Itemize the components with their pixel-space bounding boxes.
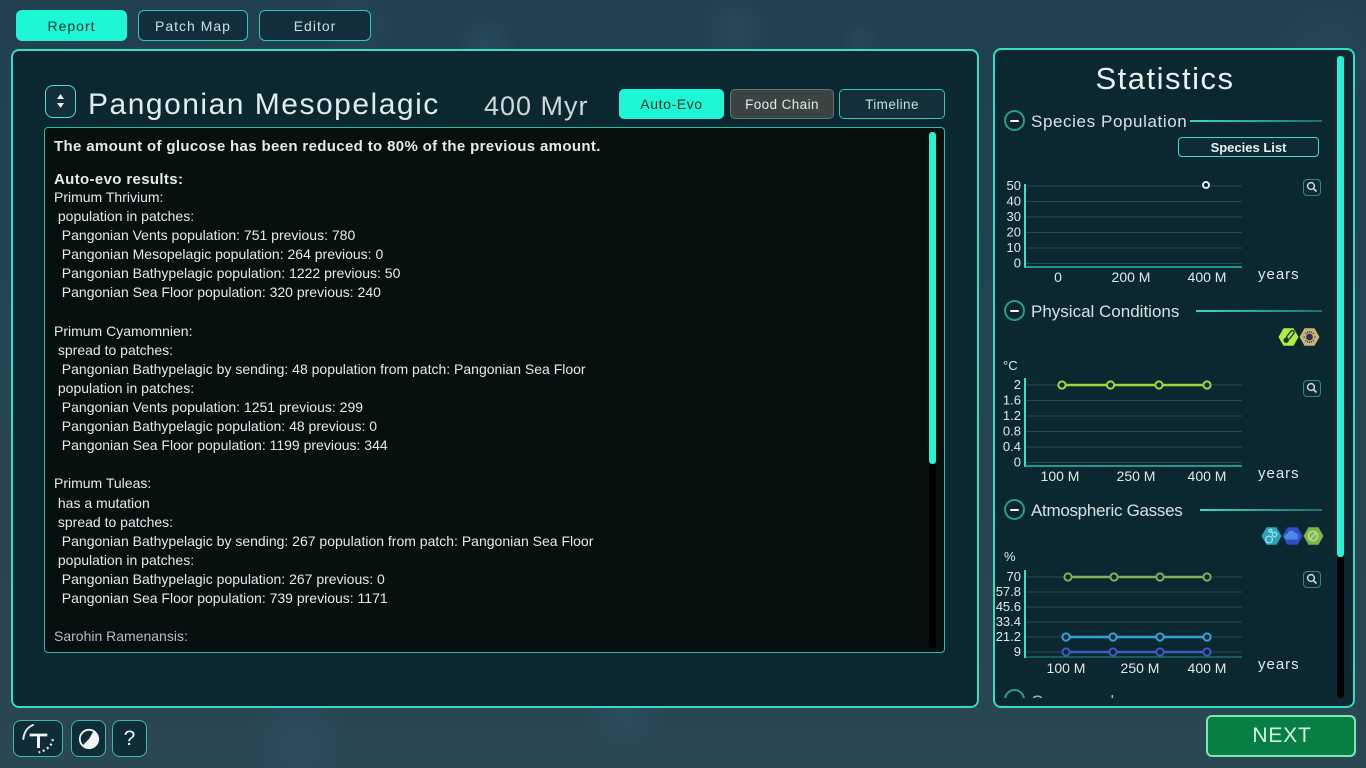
svg-text:0.8: 0.8 — [1003, 424, 1021, 439]
svg-text:0: 0 — [1054, 269, 1062, 285]
svg-text:40: 40 — [1007, 194, 1021, 209]
svg-text:0: 0 — [1014, 455, 1021, 470]
svg-text:1.6: 1.6 — [1003, 393, 1021, 408]
svg-text:70: 70 — [1007, 569, 1021, 584]
svg-text:21.2: 21.2 — [996, 629, 1021, 644]
svg-text:9: 9 — [1014, 644, 1021, 659]
svg-text:100 M: 100 M — [1041, 468, 1080, 484]
svg-text:250 M: 250 M — [1117, 468, 1156, 484]
svg-text:30: 30 — [1007, 209, 1021, 224]
svg-text:33.4: 33.4 — [996, 614, 1021, 629]
svg-text:50: 50 — [1007, 178, 1021, 193]
svg-text:1.2: 1.2 — [1003, 408, 1021, 423]
svg-text:200 M: 200 M — [1112, 269, 1151, 285]
svg-text:0.4: 0.4 — [1003, 439, 1021, 454]
svg-text:20: 20 — [1007, 225, 1021, 240]
svg-text:250 M: 250 M — [1121, 660, 1160, 676]
svg-text:57.8: 57.8 — [996, 584, 1021, 599]
svg-text:°C: °C — [1003, 358, 1018, 373]
svg-text:400 M: 400 M — [1188, 468, 1227, 484]
svg-text:%: % — [1004, 549, 1016, 564]
svg-text:2: 2 — [1014, 377, 1021, 392]
svg-text:10: 10 — [1007, 240, 1021, 255]
svg-text:100 M: 100 M — [1047, 660, 1086, 676]
svg-text:years: years — [1258, 465, 1300, 482]
svg-text:years: years — [1258, 656, 1300, 673]
svg-text:years: years — [1258, 266, 1300, 283]
svg-text:45.6: 45.6 — [996, 599, 1021, 614]
svg-text:400 M: 400 M — [1188, 269, 1227, 285]
svg-text:400 M: 400 M — [1188, 660, 1227, 676]
svg-text:0: 0 — [1014, 256, 1021, 271]
